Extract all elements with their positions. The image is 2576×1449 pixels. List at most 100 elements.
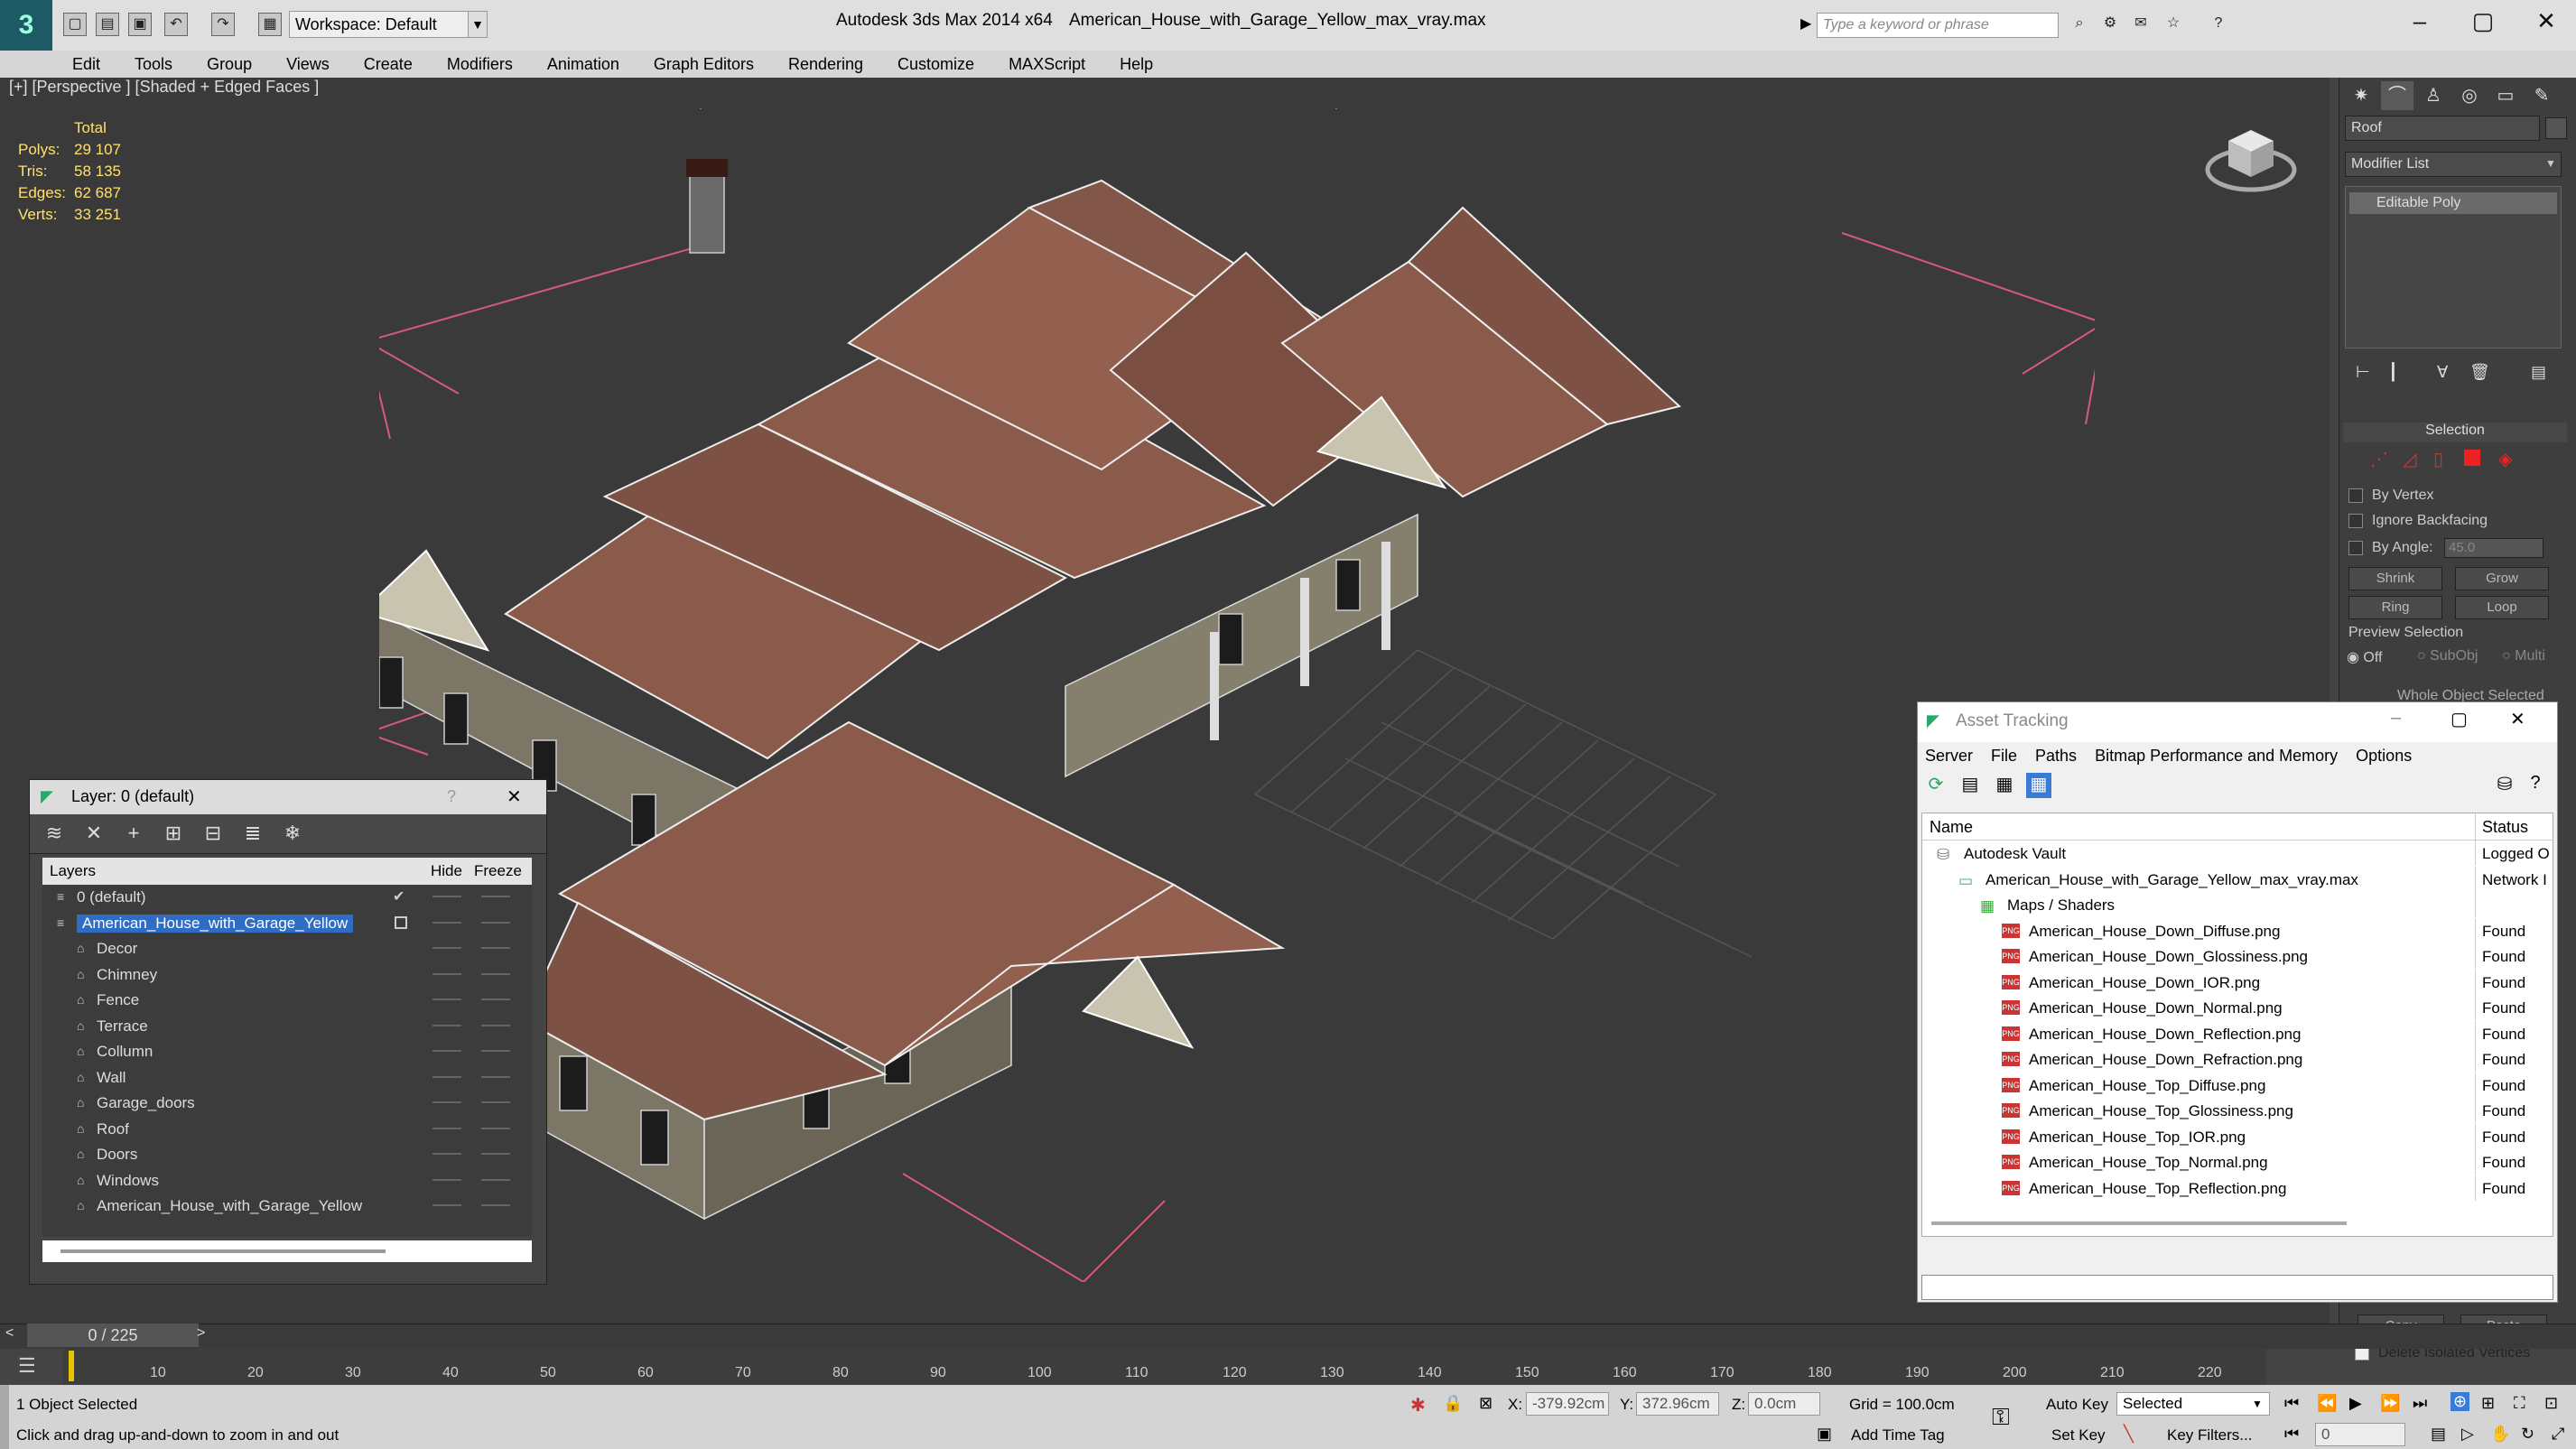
set-key-icon[interactable]: ╲ <box>2124 1425 2134 1444</box>
asset-row[interactable]: PNG American_House_Down_Reflection.png Fou… <box>1922 1020 2553 1047</box>
minimize-icon[interactable]: – <box>2391 708 2401 729</box>
menu-create[interactable]: Create <box>364 55 413 74</box>
asset-row[interactable]: PNG American_House_Top_Normal.png Found <box>1922 1149 2553 1175</box>
hide-toggle[interactable]: —— <box>432 940 461 956</box>
asset-row[interactable]: ▭ American_House_with_Garage_Yellow_max_v… <box>1922 866 2553 893</box>
search-arrow-icon[interactable]: ▶ <box>1800 14 1811 33</box>
hide-toggle[interactable]: —— <box>432 915 461 931</box>
menu-views[interactable]: Views <box>286 55 330 74</box>
display-tab-icon[interactable]: ▭ <box>2489 81 2522 110</box>
list-view-icon[interactable]: ▤ <box>1958 773 1983 798</box>
time-next-icon[interactable]: > <box>197 1325 205 1342</box>
search-input[interactable]: Type a keyword or phrase <box>1817 13 2059 38</box>
object-color-swatch[interactable] <box>2545 117 2567 139</box>
viewport-label[interactable]: [+] [Perspective ] [Shaded + Edged Faces… <box>9 78 319 97</box>
time-tag-icon[interactable]: ▣ <box>1817 1425 1832 1444</box>
menu-help[interactable]: Help <box>1120 55 1153 74</box>
utilities-tab-icon[interactable]: ✎ <box>2525 81 2558 110</box>
asset-menu-server[interactable]: Server <box>1925 747 1973 766</box>
freeze-toggle[interactable]: —— <box>481 940 510 956</box>
freeze-toggle[interactable]: —— <box>481 1069 510 1085</box>
freeze-toggle[interactable]: —— <box>481 1146 510 1162</box>
asset-menu-options[interactable]: Options <box>2356 747 2412 766</box>
asset-row[interactable]: ⛁ Autodesk Vault Logged O <box>1922 841 2553 867</box>
element-mode-icon[interactable]: ◈ <box>2498 448 2512 470</box>
asset-row[interactable]: PNG American_House_Down_Normal.png Found <box>1922 995 2553 1021</box>
ignore-backfacing-checkbox[interactable] <box>2348 513 2363 528</box>
by-vertex-checkbox[interactable] <box>2348 488 2363 503</box>
show-end-result-icon[interactable]: ┃ <box>2388 363 2398 382</box>
new-file-icon[interactable]: ▢ <box>63 13 87 36</box>
workspace-dropdown[interactable]: Workspace: Default <box>289 11 488 38</box>
layer-row[interactable]: ≡ American_House_with_Garage_Yellow —— —— <box>42 911 532 937</box>
freeze-toggle[interactable]: —— <box>481 1120 510 1137</box>
current-frame-field[interactable]: 0 <box>2315 1423 2405 1446</box>
subscription-icon[interactable]: ⚙ <box>2098 13 2122 36</box>
preview-multi-radio[interactable]: ○ Multi <box>2502 648 2545 664</box>
hide-toggle[interactable]: —— <box>432 991 461 1008</box>
y-coordinate-field[interactable]: 372.96cm <box>1636 1392 1719 1416</box>
menu-modifiers[interactable]: Modifiers <box>447 55 513 74</box>
make-unique-icon[interactable]: ∀ <box>2437 363 2448 382</box>
delete-layer-icon[interactable]: ✕ <box>80 822 107 845</box>
zoom-all-icon[interactable]: ⊞ <box>2481 1394 2495 1413</box>
shrink-button[interactable]: Shrink <box>2348 567 2442 590</box>
timeline-ruler[interactable]: 10 20 30 40 50 60 70 80 90 100 110 120 130 140 150 160 1… <box>63 1349 2266 1385</box>
configure-sets-icon[interactable]: ▤ <box>2531 363 2546 382</box>
help-icon[interactable]: ? <box>2523 773 2548 798</box>
hide-toggle[interactable]: —— <box>432 1043 461 1059</box>
maximize-icon[interactable]: ▢ <box>2465 7 2501 35</box>
select-layer-icon[interactable]: ⊟ <box>200 822 227 845</box>
menu-animation[interactable]: Animation <box>547 55 619 74</box>
maxscript-listener[interactable] <box>0 1385 9 1449</box>
layer-row[interactable]: ⌂ Roof —— —— <box>42 1117 532 1143</box>
absolute-mode-icon[interactable]: ⊠ <box>1479 1394 1493 1413</box>
border-mode-icon[interactable]: ▯ <box>2433 448 2443 470</box>
open-file-icon[interactable]: ▤ <box>96 13 119 36</box>
layer-row[interactable]: ⌂ Terrace —— —— <box>42 1014 532 1040</box>
select-objects-icon[interactable]: ⊞ <box>160 822 187 845</box>
vertex-mode-icon[interactable]: ⋰ <box>2370 448 2388 470</box>
next-frame-icon[interactable]: ⏩ <box>2380 1394 2400 1413</box>
selection-rollout-header[interactable]: Selection <box>2343 423 2567 442</box>
asset-menu-bitmap[interactable]: Bitmap Performance and Memory <box>2095 747 2338 766</box>
modifier-stack[interactable]: Editable Poly <box>2345 186 2562 348</box>
isolate-icon[interactable]: ✱ <box>1410 1394 1426 1416</box>
stack-item-editable-poly[interactable]: Editable Poly <box>2349 192 2557 214</box>
zoom-extents-all-icon[interactable]: ⊡ <box>2544 1394 2558 1413</box>
hide-toggle[interactable]: —— <box>432 1069 461 1085</box>
freeze-toggle[interactable]: —— <box>481 966 510 982</box>
redo-icon[interactable]: ↷ <box>211 13 235 36</box>
edge-mode-icon[interactable]: ◿ <box>2403 448 2416 470</box>
minimize-icon[interactable]: – <box>2402 7 2438 35</box>
freeze-layers-icon[interactable]: ❄ <box>279 822 306 845</box>
asset-row[interactable]: PNG American_House_Down_Refraction.png Fou… <box>1922 1046 2553 1073</box>
asset-row[interactable]: PNG American_House_Top_IOR.png Found <box>1922 1123 2553 1150</box>
asset-menu-paths[interactable]: Paths <box>2035 747 2077 766</box>
add-time-tag[interactable]: Add Time Tag <box>1851 1426 1945 1444</box>
by-vertex-row[interactable]: By Vertex <box>2348 488 2433 504</box>
communication-icon[interactable]: ✉ <box>2129 13 2153 36</box>
asset-row[interactable]: ▦ Maps / Shaders <box>1922 892 2553 918</box>
asset-row[interactable]: PNG American_House_Down_Diffuse.png Found <box>1922 917 2553 944</box>
col-name[interactable]: Name <box>1930 818 1973 837</box>
undo-icon[interactable]: ↶ <box>164 13 188 36</box>
menu-maxscript[interactable]: MAXScript <box>1009 55 1085 74</box>
z-coordinate-field[interactable]: 0.0cm <box>1748 1392 1820 1416</box>
time-slider-track[interactable] <box>0 1324 2576 1349</box>
freeze-toggle[interactable]: —— <box>481 915 510 931</box>
vault-icon[interactable]: ⛁ <box>2492 773 2517 798</box>
hide-toggle[interactable]: —— <box>432 1146 461 1162</box>
key-mode-dropdown[interactable]: Selected <box>2116 1392 2270 1416</box>
modifier-list-dropdown[interactable]: Modifier List <box>2345 152 2562 177</box>
add-layer-icon[interactable]: + <box>120 822 147 845</box>
freeze-toggle[interactable]: —— <box>481 1094 510 1110</box>
grow-button[interactable]: Grow <box>2455 567 2549 590</box>
key-mode-icon[interactable]: ⏮ <box>2284 1425 2299 1444</box>
layer-row[interactable]: ⌂ Garage_doors —— —— <box>42 1091 532 1117</box>
hide-toggle[interactable]: —— <box>432 1172 461 1188</box>
by-angle-checkbox[interactable] <box>2348 540 2363 555</box>
hide-toggle[interactable]: —— <box>432 888 461 905</box>
close-icon[interactable]: ✕ <box>2510 708 2525 730</box>
make-current-icon[interactable] <box>395 915 407 929</box>
